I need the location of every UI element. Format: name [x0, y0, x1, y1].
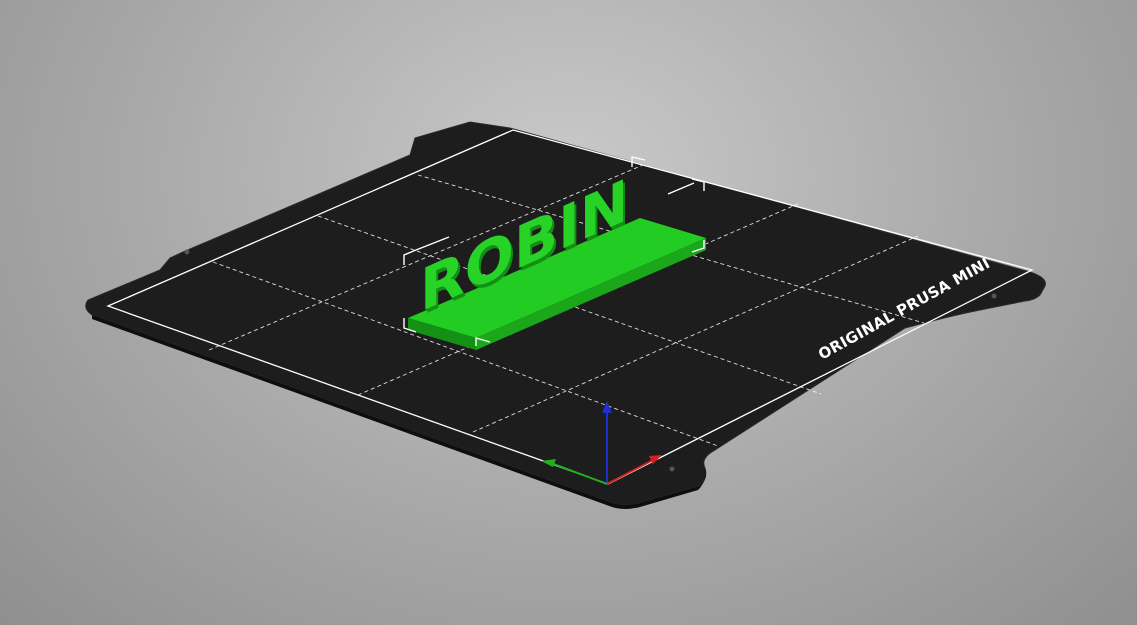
3d-viewport[interactable]: ORIGINAL PRUSA MINI ROBIN ROBIN [0, 0, 1137, 625]
bed-hole [669, 466, 675, 472]
scene-canvas[interactable]: ORIGINAL PRUSA MINI ROBIN ROBIN [0, 0, 1137, 625]
bed-hole [991, 293, 997, 299]
bed-hole [184, 249, 190, 255]
